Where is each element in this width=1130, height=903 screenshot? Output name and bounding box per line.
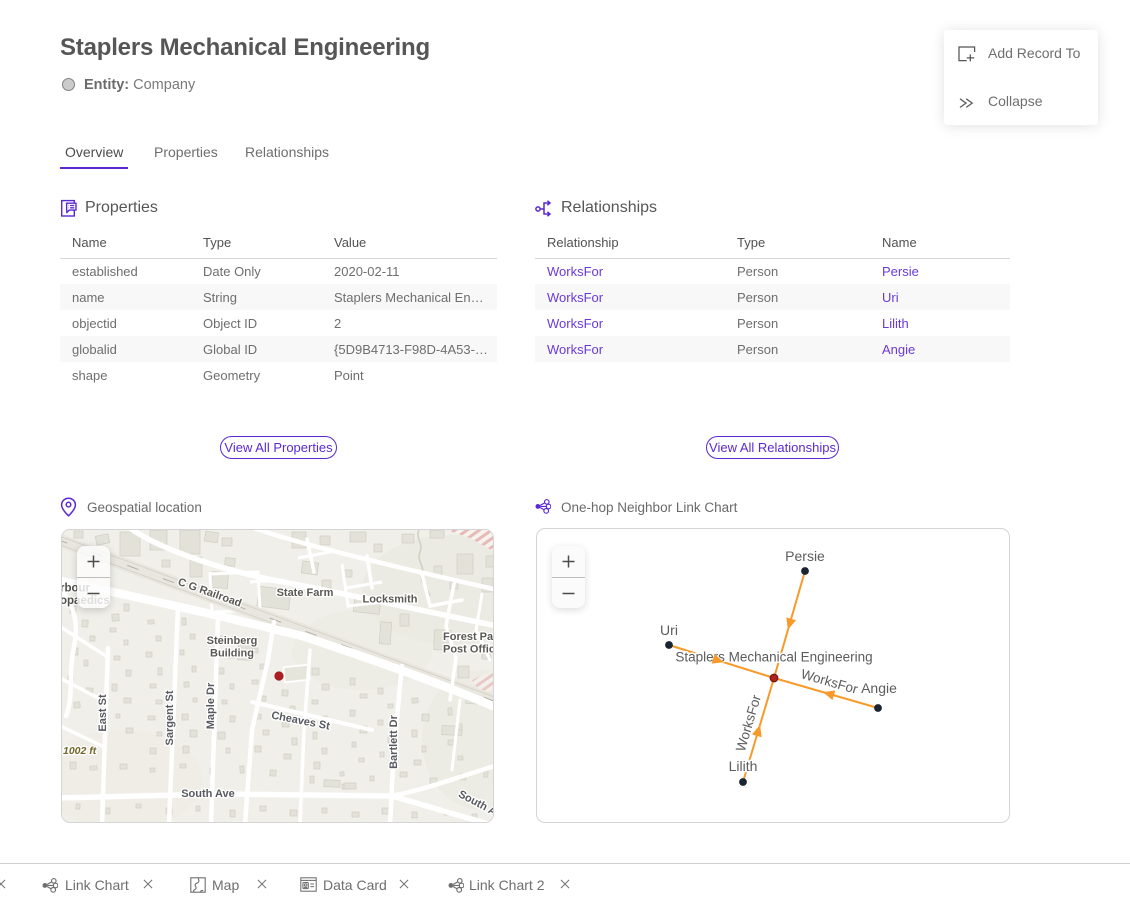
svg-text:Lilith: Lilith — [729, 758, 758, 774]
svg-text:Angie: Angie — [861, 680, 897, 696]
svg-text:State Farm: State Farm — [277, 587, 334, 599]
svg-text:Locksmith: Locksmith — [362, 594, 417, 606]
svg-text:Maple Dr: Maple Dr — [205, 682, 217, 729]
svg-text:East St: East St — [97, 694, 109, 732]
svg-text:1002 ft: 1002 ft — [63, 745, 97, 757]
svg-text:Post Office: Post Office — [443, 644, 494, 656]
svg-text:Sargent St: Sargent St — [164, 690, 176, 745]
svg-text:WorksFor: WorksFor — [733, 693, 764, 754]
svg-text:Staplers Mechanical Engineerin: Staplers Mechanical Engineering — [675, 650, 872, 665]
svg-text:Forest Park: Forest Park — [443, 631, 494, 643]
svg-text:Persie: Persie — [785, 548, 825, 564]
svg-text:South Ave: South Ave — [181, 788, 235, 800]
svg-text:Building: Building — [210, 648, 254, 660]
svg-text:Steinberg: Steinberg — [207, 635, 258, 647]
svg-text:Uri: Uri — [660, 622, 678, 638]
svg-text:Bartlett Dr: Bartlett Dr — [388, 714, 400, 769]
